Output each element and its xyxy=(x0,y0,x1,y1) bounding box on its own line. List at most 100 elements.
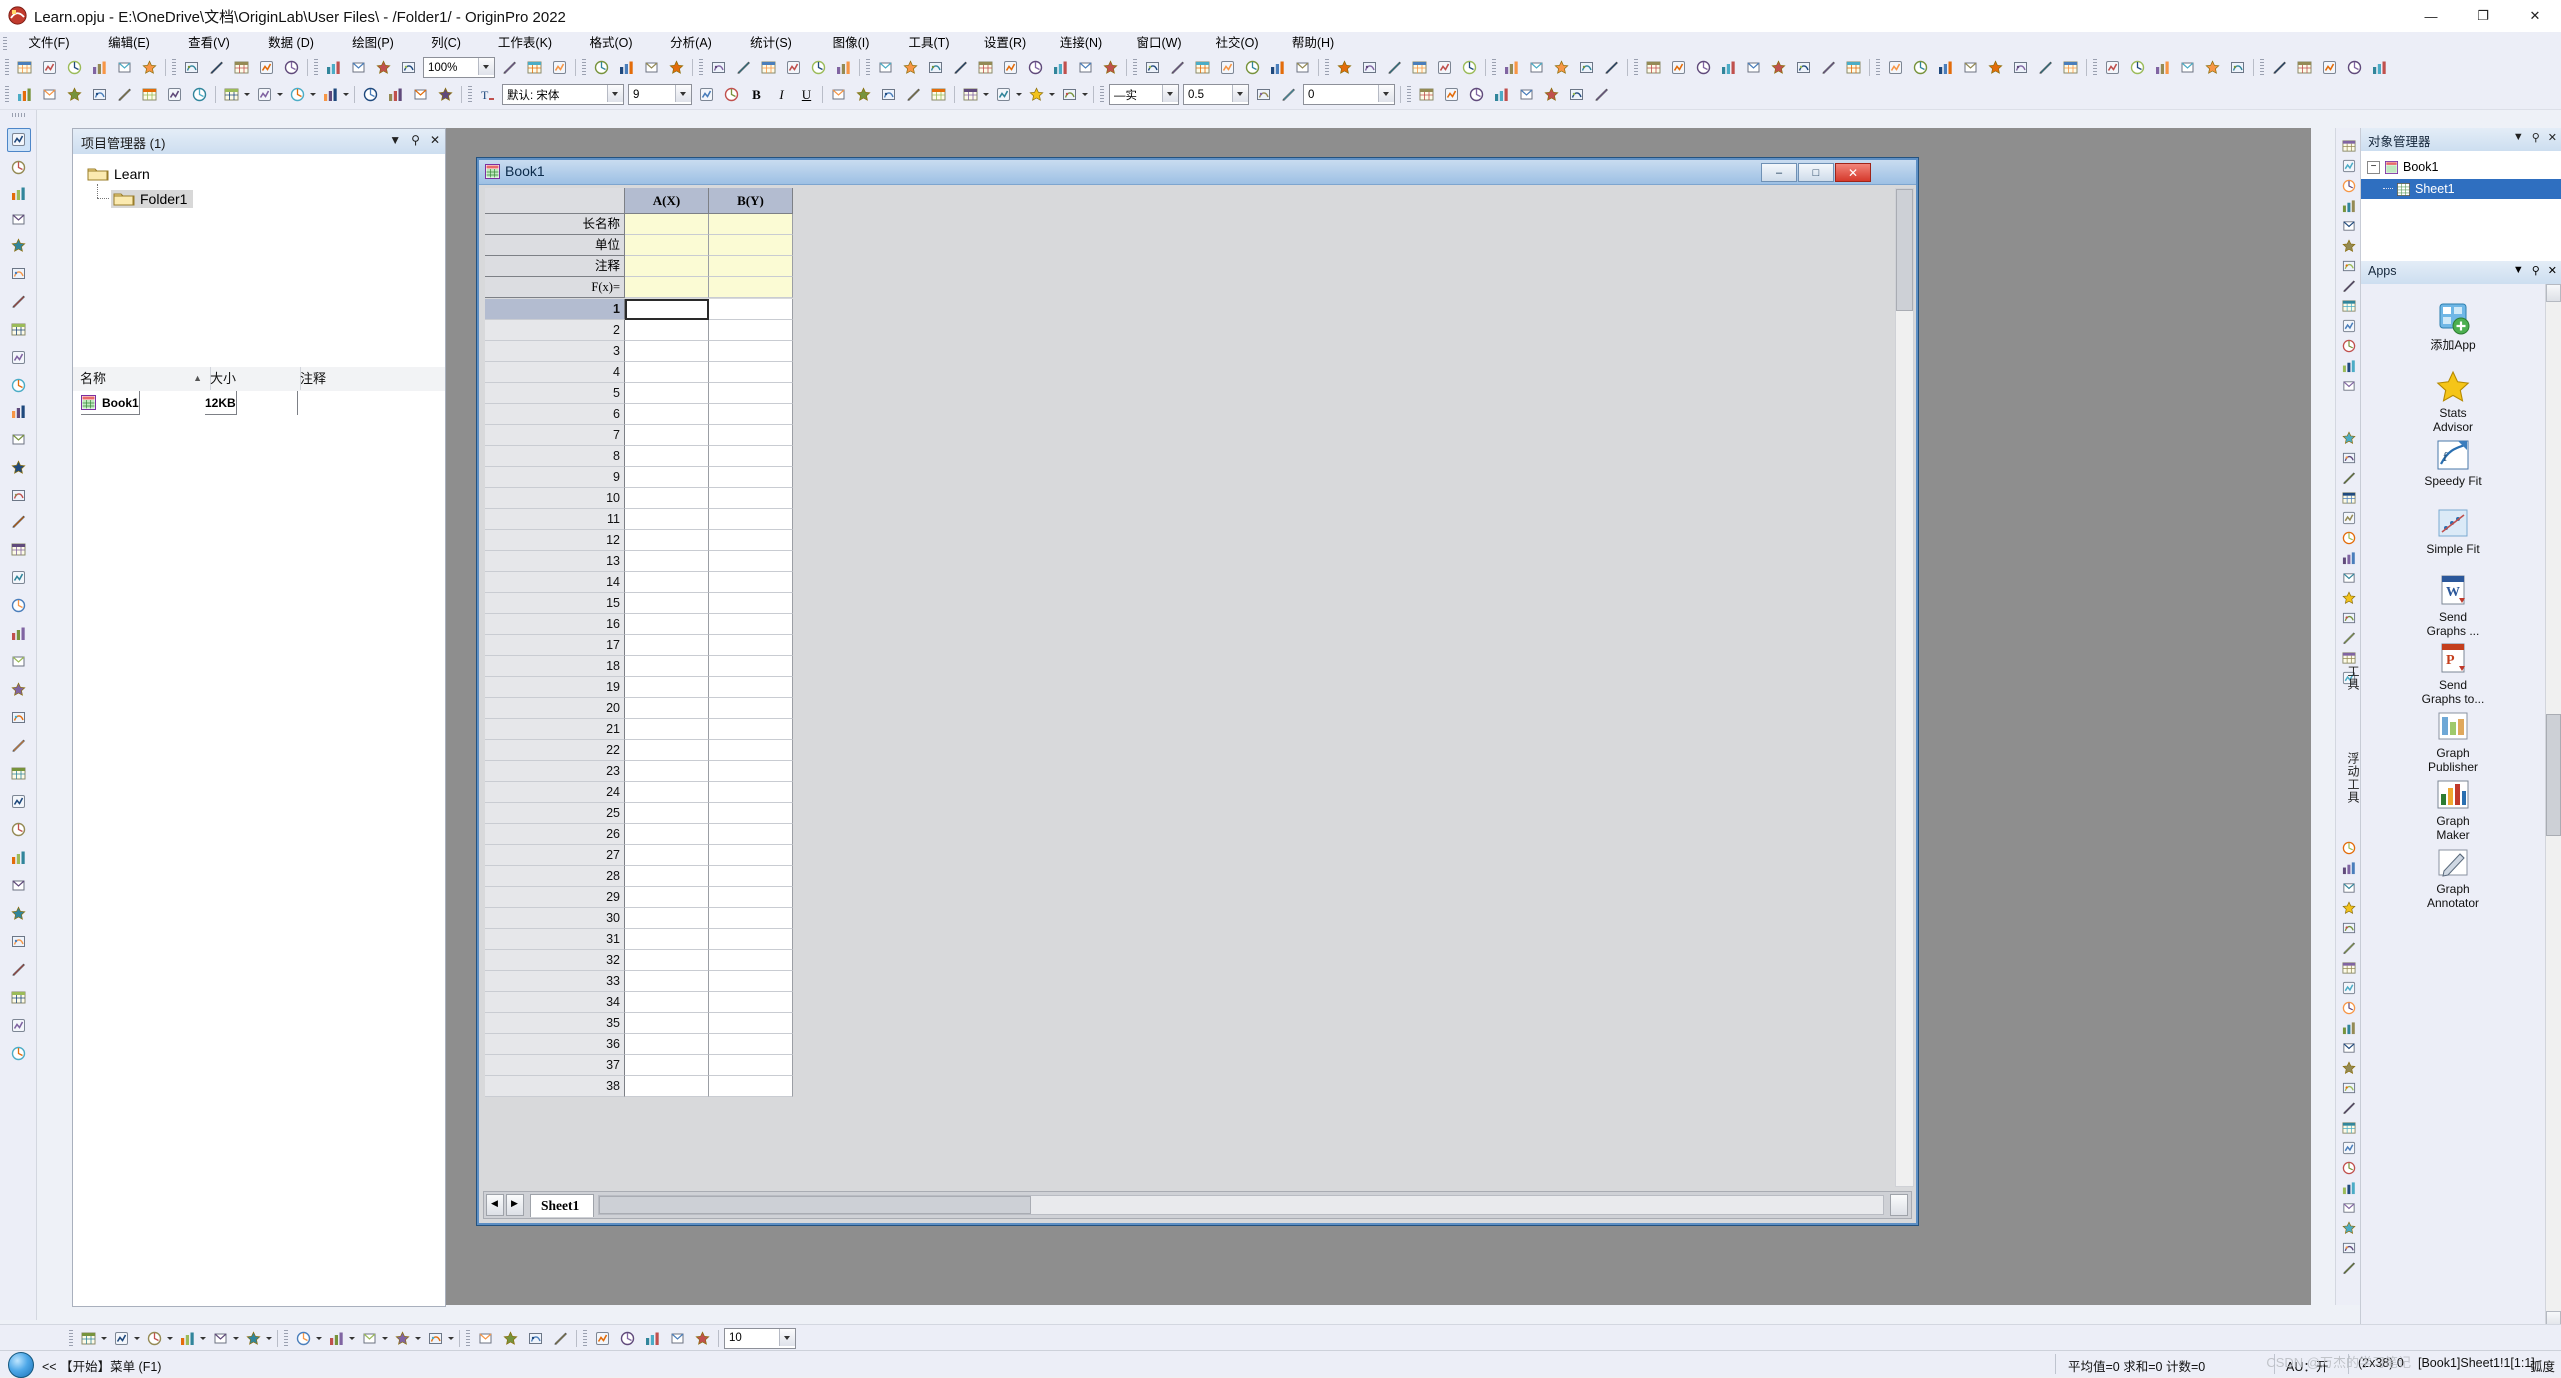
dock-tool-button-7[interactable] xyxy=(2338,276,2361,297)
menu-help[interactable]: 帮助(H) xyxy=(1275,32,1351,55)
clipboard-button-0[interactable] xyxy=(359,83,382,106)
cell-33-A(X)[interactable] xyxy=(625,971,709,992)
workbook-close-button[interactable]: ✕ xyxy=(1835,163,1871,182)
tool-button-26[interactable] xyxy=(7,846,31,870)
toolbar-button-50[interactable] xyxy=(1458,56,1481,79)
toolbar-button-37[interactable] xyxy=(1099,56,1122,79)
graph-extra-button-3[interactable] xyxy=(666,1327,689,1350)
toolbar-button-75[interactable] xyxy=(2151,56,2174,79)
cell-12-A(X)[interactable] xyxy=(625,530,709,551)
tool-button-14[interactable] xyxy=(7,510,31,534)
cell-22-A(X)[interactable] xyxy=(625,740,709,761)
toolbar-button-13[interactable] xyxy=(372,56,395,79)
graph-object-button-3[interactable] xyxy=(549,1327,572,1350)
cell-35-B(Y)[interactable] xyxy=(709,1013,793,1034)
toolbar-button-19[interactable] xyxy=(615,56,638,79)
toolbar-grip-11[interactable] xyxy=(2260,59,2264,76)
cell-36-A(X)[interactable] xyxy=(625,1034,709,1055)
cell-19-B(Y)[interactable] xyxy=(709,677,793,698)
format-button-0[interactable] xyxy=(13,83,36,106)
toolbar-button-39[interactable] xyxy=(1166,56,1189,79)
cell-17-B(Y)[interactable] xyxy=(709,635,793,656)
tool-button-23[interactable] xyxy=(7,762,31,786)
menu-statistics[interactable]: 统计(S) xyxy=(731,32,811,55)
color-button-1[interactable] xyxy=(253,83,276,106)
script-button-0[interactable] xyxy=(827,83,850,106)
toolbar-button-5[interactable] xyxy=(138,56,161,79)
graph-grip-2[interactable] xyxy=(284,1329,288,1347)
row-header-38[interactable]: 38 xyxy=(485,1076,625,1097)
dock-tool-button-15[interactable] xyxy=(2338,468,2361,489)
toolbar-button-11[interactable] xyxy=(322,56,345,79)
toolbar-button-17[interactable] xyxy=(548,56,571,79)
app-simple-fit[interactable]: Simple Fit xyxy=(2361,506,2545,556)
graph-grip-3[interactable] xyxy=(466,1329,470,1347)
obj-book1[interactable]: − Book1 xyxy=(2367,157,2438,177)
tool-button-16[interactable] xyxy=(7,566,31,590)
dock-tool-button-20[interactable] xyxy=(2338,568,2361,589)
color-caret-3[interactable] xyxy=(341,85,350,104)
tool-button-10[interactable] xyxy=(7,400,31,424)
cell-37-B(Y)[interactable] xyxy=(709,1055,793,1076)
menu-preferences[interactable]: 设置(R) xyxy=(967,32,1043,55)
row-header-22[interactable]: 22 xyxy=(485,740,625,761)
font-size-arrow[interactable] xyxy=(675,85,691,102)
expand-collapse-icon[interactable]: − xyxy=(2367,160,2380,174)
toolbar-button-3[interactable] xyxy=(88,56,111,79)
cell-26-A(X)[interactable] xyxy=(625,824,709,845)
row-header-13[interactable]: 13 xyxy=(485,551,625,572)
dock-tool-button-b19[interactable] xyxy=(2338,1218,2361,1239)
fill-button-1[interactable] xyxy=(1058,83,1081,106)
graph-shape-caret-4[interactable] xyxy=(446,1329,455,1348)
grid-corner-cell[interactable] xyxy=(485,188,625,214)
dock-tool-button-b6[interactable] xyxy=(2338,958,2361,979)
dock-tool-button-23[interactable] xyxy=(2338,628,2361,649)
graph-shape-button-0[interactable] xyxy=(292,1327,315,1350)
menu-social[interactable]: 社交(O) xyxy=(1199,32,1275,55)
cell-31-A(X)[interactable] xyxy=(625,929,709,950)
toolbar-button-6[interactable] xyxy=(180,56,203,79)
format-button-4[interactable] xyxy=(113,83,136,106)
font-grip[interactable] xyxy=(468,86,472,103)
menu-analysis[interactable]: 分析(A) xyxy=(651,32,731,55)
dock-tool-button-b11[interactable] xyxy=(2338,1058,2361,1079)
line-style-combo[interactable]: —实 xyxy=(1109,84,1179,105)
toolbar-grip-4[interactable] xyxy=(866,59,870,76)
graph-size-arrow[interactable] xyxy=(779,1328,795,1346)
column-header-b[interactable]: B(Y) xyxy=(709,188,793,214)
dock-tool-button-0[interactable] xyxy=(2338,136,2361,157)
color-button-0[interactable] xyxy=(220,83,243,106)
minimize-button[interactable]: — xyxy=(2405,0,2457,32)
toolbar-button-53[interactable] xyxy=(1550,56,1573,79)
row-header-29[interactable]: 29 xyxy=(485,887,625,908)
cell-1-B(Y)[interactable] xyxy=(709,299,793,320)
align-caret-1[interactable] xyxy=(1014,85,1023,104)
toolbar-button-59[interactable] xyxy=(1717,56,1740,79)
row-header-30[interactable]: 30 xyxy=(485,908,625,929)
transparency-combo[interactable]: 0 xyxy=(1303,84,1395,105)
cell-10-A(X)[interactable] xyxy=(625,488,709,509)
row-header-1[interactable]: 1 xyxy=(485,299,625,320)
menu-connectivity[interactable]: 连接(N) xyxy=(1043,32,1119,55)
toolbar-button-1[interactable] xyxy=(38,56,61,79)
cell-12-B(Y)[interactable] xyxy=(709,530,793,551)
toolbar-button-49[interactable] xyxy=(1433,56,1456,79)
row-header-5[interactable]: 5 xyxy=(485,383,625,404)
tool-button-20[interactable] xyxy=(7,678,31,702)
toolbar-button-76[interactable] xyxy=(2176,56,2199,79)
cell-6-B(Y)[interactable] xyxy=(709,404,793,425)
row-header-35[interactable]: 35 xyxy=(485,1013,625,1034)
row-header-36[interactable]: 36 xyxy=(485,1034,625,1055)
toolbar-grip-5[interactable] xyxy=(1133,59,1137,76)
col-comment[interactable]: 注释 xyxy=(293,367,452,390)
close-icon[interactable]: ✕ xyxy=(2548,264,2557,277)
font-size-combo[interactable]: 9 xyxy=(628,84,692,105)
dock-tool-button-11[interactable] xyxy=(2338,356,2361,377)
mask-grip[interactable] xyxy=(1407,86,1411,103)
dock-tool-button-16[interactable] xyxy=(2338,488,2361,509)
graph-shape-caret-3[interactable] xyxy=(413,1329,422,1348)
tool-button-6[interactable] xyxy=(7,290,31,314)
cell-7-A(X)[interactable] xyxy=(625,425,709,446)
dock-tool-button-10[interactable] xyxy=(2338,336,2361,357)
menu-tools[interactable]: 工具(T) xyxy=(891,32,967,55)
